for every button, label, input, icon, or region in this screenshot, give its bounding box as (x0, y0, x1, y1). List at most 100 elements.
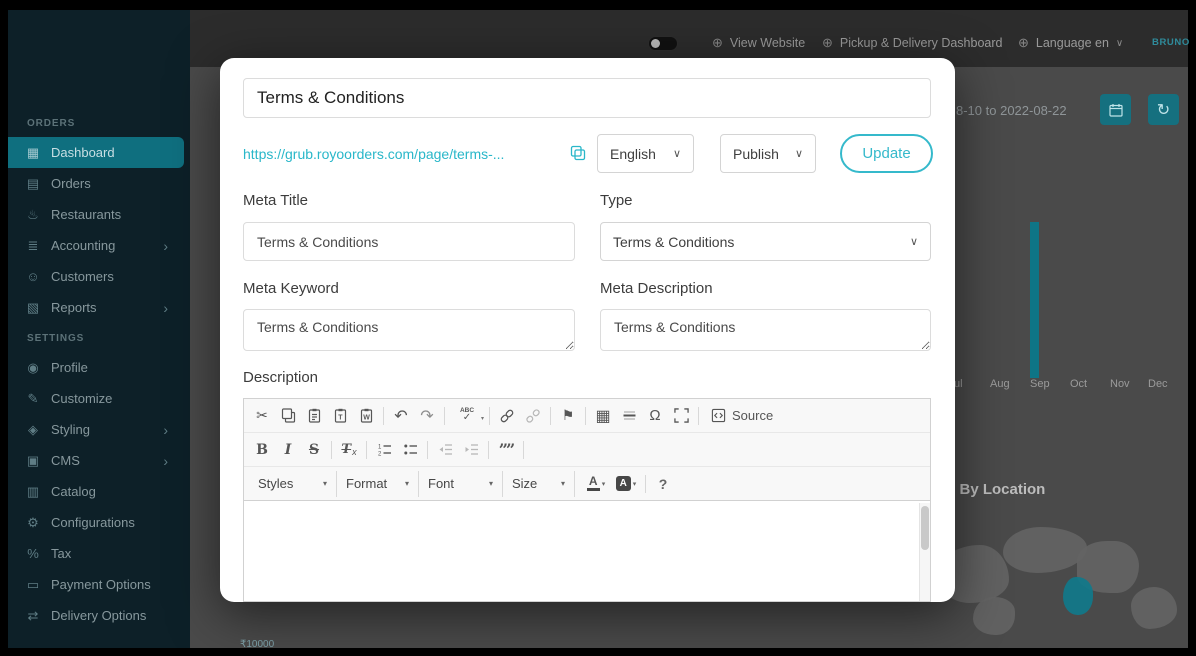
language-menu[interactable]: ⊕ Language en ∨ (1018, 35, 1123, 51)
meta-description-label: Meta Description (600, 280, 713, 297)
sidebar-item-label: Styling (51, 422, 90, 437)
caret-down-icon: ▾ (561, 479, 565, 488)
sidebar-item-cms[interactable]: ▣ CMS › (8, 445, 190, 476)
meta-description-textarea[interactable]: Terms & Conditions (600, 309, 931, 351)
editor-content-area[interactable] (244, 503, 930, 601)
orders-icon: ▤ (25, 176, 41, 192)
sidebar-item-label: Delivery Options (51, 608, 146, 623)
sidebar-item-accounting[interactable]: ≣ Accounting › (8, 230, 190, 261)
blockquote-icon[interactable]: ”” (493, 437, 519, 463)
meta-title-input[interactable] (243, 222, 575, 261)
language-select[interactable]: English ∨ (597, 134, 694, 173)
source-label: Source (732, 408, 773, 423)
sidebar-item-tax[interactable]: % Tax (8, 538, 190, 569)
font-combo[interactable]: Font ▾ (419, 471, 503, 497)
type-select-value: Terms & Conditions (613, 234, 734, 250)
globe-icon: ⊕ (712, 35, 723, 51)
sidebar-item-customize[interactable]: ✎ Customize (8, 383, 190, 414)
view-website-link[interactable]: ⊕ View Website (712, 35, 805, 51)
anchor-flag-icon[interactable]: ⚑ (555, 403, 581, 429)
sidebar-item-label: Customize (51, 391, 112, 406)
sidebar-item-payment-options[interactable]: ▭ Payment Options (8, 569, 190, 600)
caret-down-icon: ▾ (633, 480, 637, 488)
sidebar-item-customers[interactable]: ☺ Customers (8, 261, 190, 292)
decrease-indent-icon[interactable] (432, 437, 458, 463)
text-color-bar (587, 488, 600, 491)
sidebar-item-profile[interactable]: ◉ Profile (8, 352, 190, 383)
sidebar-item-restaurants[interactable]: ♨ Restaurants (8, 199, 190, 230)
background-color-button[interactable]: A ▾ (611, 471, 641, 497)
increase-indent-icon[interactable] (458, 437, 484, 463)
sidebar-item-catalog[interactable]: ▥ Catalog (8, 476, 190, 507)
size-combo[interactable]: Size ▾ (503, 471, 575, 497)
editor-scrollbar[interactable] (919, 503, 930, 601)
bulleted-list-icon[interactable] (397, 437, 423, 463)
caret-down-icon: ▾ (405, 479, 409, 488)
source-button[interactable]: Source (703, 403, 781, 429)
status-select[interactable]: Publish ∨ (720, 134, 816, 173)
sidebar-item-styling[interactable]: ◈ Styling › (8, 414, 190, 445)
page-url-link[interactable]: https://grub.royoorders.com/page/terms-.… (243, 146, 565, 162)
globe-icon: ⊕ (822, 35, 833, 51)
status-select-value: Publish (733, 146, 779, 162)
sidebar-item-label: Tax (51, 546, 71, 561)
calendar-button[interactable] (1100, 94, 1131, 125)
update-button[interactable]: Update (840, 134, 933, 173)
sidebar-item-configurations[interactable]: ⚙ Configurations (8, 507, 190, 538)
meta-keyword-textarea[interactable]: Terms & Conditions (243, 309, 575, 351)
paste-icon[interactable] (301, 403, 327, 429)
username-label[interactable]: BRUNO (1152, 37, 1190, 48)
format-combo[interactable]: Format ▾ (337, 471, 419, 497)
styles-combo[interactable]: Styles ▾ (249, 471, 337, 497)
paste-plain-text-icon[interactable]: T (327, 403, 353, 429)
svg-text:W: W (363, 415, 370, 422)
copy-icon[interactable] (275, 403, 301, 429)
copy-icon[interactable] (570, 145, 586, 166)
chevron-down-icon: ∨ (795, 147, 803, 160)
pickup-delivery-dashboard-link[interactable]: ⊕ Pickup & Delivery Dashboard (822, 35, 1002, 51)
undo-icon[interactable]: ↶ (388, 403, 414, 429)
horizontal-line-icon[interactable] (616, 403, 642, 429)
numbered-list-icon[interactable]: 12 (371, 437, 397, 463)
theme-toggle[interactable] (648, 36, 678, 51)
unlink-icon[interactable] (520, 403, 546, 429)
redo-icon[interactable]: ↷ (414, 403, 440, 429)
type-select[interactable]: Terms & Conditions ∨ (600, 222, 931, 261)
date-range-label: 8-10 to 2022-08-22 (956, 103, 1067, 118)
refresh-button[interactable]: ↻ (1148, 94, 1179, 125)
caret-down-icon: ▾ (489, 479, 493, 488)
page-title-input[interactable] (243, 78, 931, 118)
paste-from-word-icon[interactable]: W (353, 403, 379, 429)
special-char-icon[interactable]: Ω (642, 403, 668, 429)
styles-combo-label: Styles (258, 476, 293, 491)
link-icon[interactable] (494, 403, 520, 429)
chart-axis-label: ₹10000 (240, 639, 274, 648)
editor-scrollbar-thumb[interactable] (921, 506, 929, 550)
sidebar-item-label: Dashboard (51, 145, 115, 160)
map-landmass (1131, 587, 1177, 629)
sidebar-item-label: CMS (51, 453, 80, 468)
toolbar-separator (550, 407, 551, 425)
editor-toolbar-row-1: ✂ T W ↶ ↷ ABC ✓ (244, 399, 930, 433)
chevron-right-icon: › (163, 454, 168, 468)
spellcheck-icon[interactable]: ABC ✓ ▾ (449, 403, 485, 429)
table-icon[interactable]: ▦ (590, 403, 616, 429)
sidebar-section-orders: ORDERS (8, 118, 190, 137)
maximize-icon[interactable] (668, 403, 694, 429)
caret-down-icon: ▾ (602, 480, 606, 488)
sidebar-item-delivery-options[interactable]: ⇄ Delivery Options (8, 600, 190, 631)
check-icon: ✓ (463, 413, 471, 423)
italic-button[interactable]: I (275, 437, 301, 463)
caret-down-icon: ▾ (323, 479, 327, 488)
bold-button[interactable]: B (249, 437, 275, 463)
sidebar-item-dashboard[interactable]: ▦ Dashboard (8, 137, 184, 168)
cut-icon[interactable]: ✂ (249, 403, 275, 429)
strikethrough-button[interactable]: S (301, 437, 327, 463)
text-color-button[interactable]: A ▾ (581, 471, 611, 497)
world-map (945, 519, 1188, 648)
about-icon[interactable]: ? (650, 471, 676, 497)
sidebar-item-label: Payment Options (51, 577, 151, 592)
remove-format-icon[interactable]: T x (336, 437, 362, 463)
sidebar-item-orders[interactable]: ▤ Orders (8, 168, 190, 199)
sidebar-item-reports[interactable]: ▧ Reports › (8, 292, 190, 323)
